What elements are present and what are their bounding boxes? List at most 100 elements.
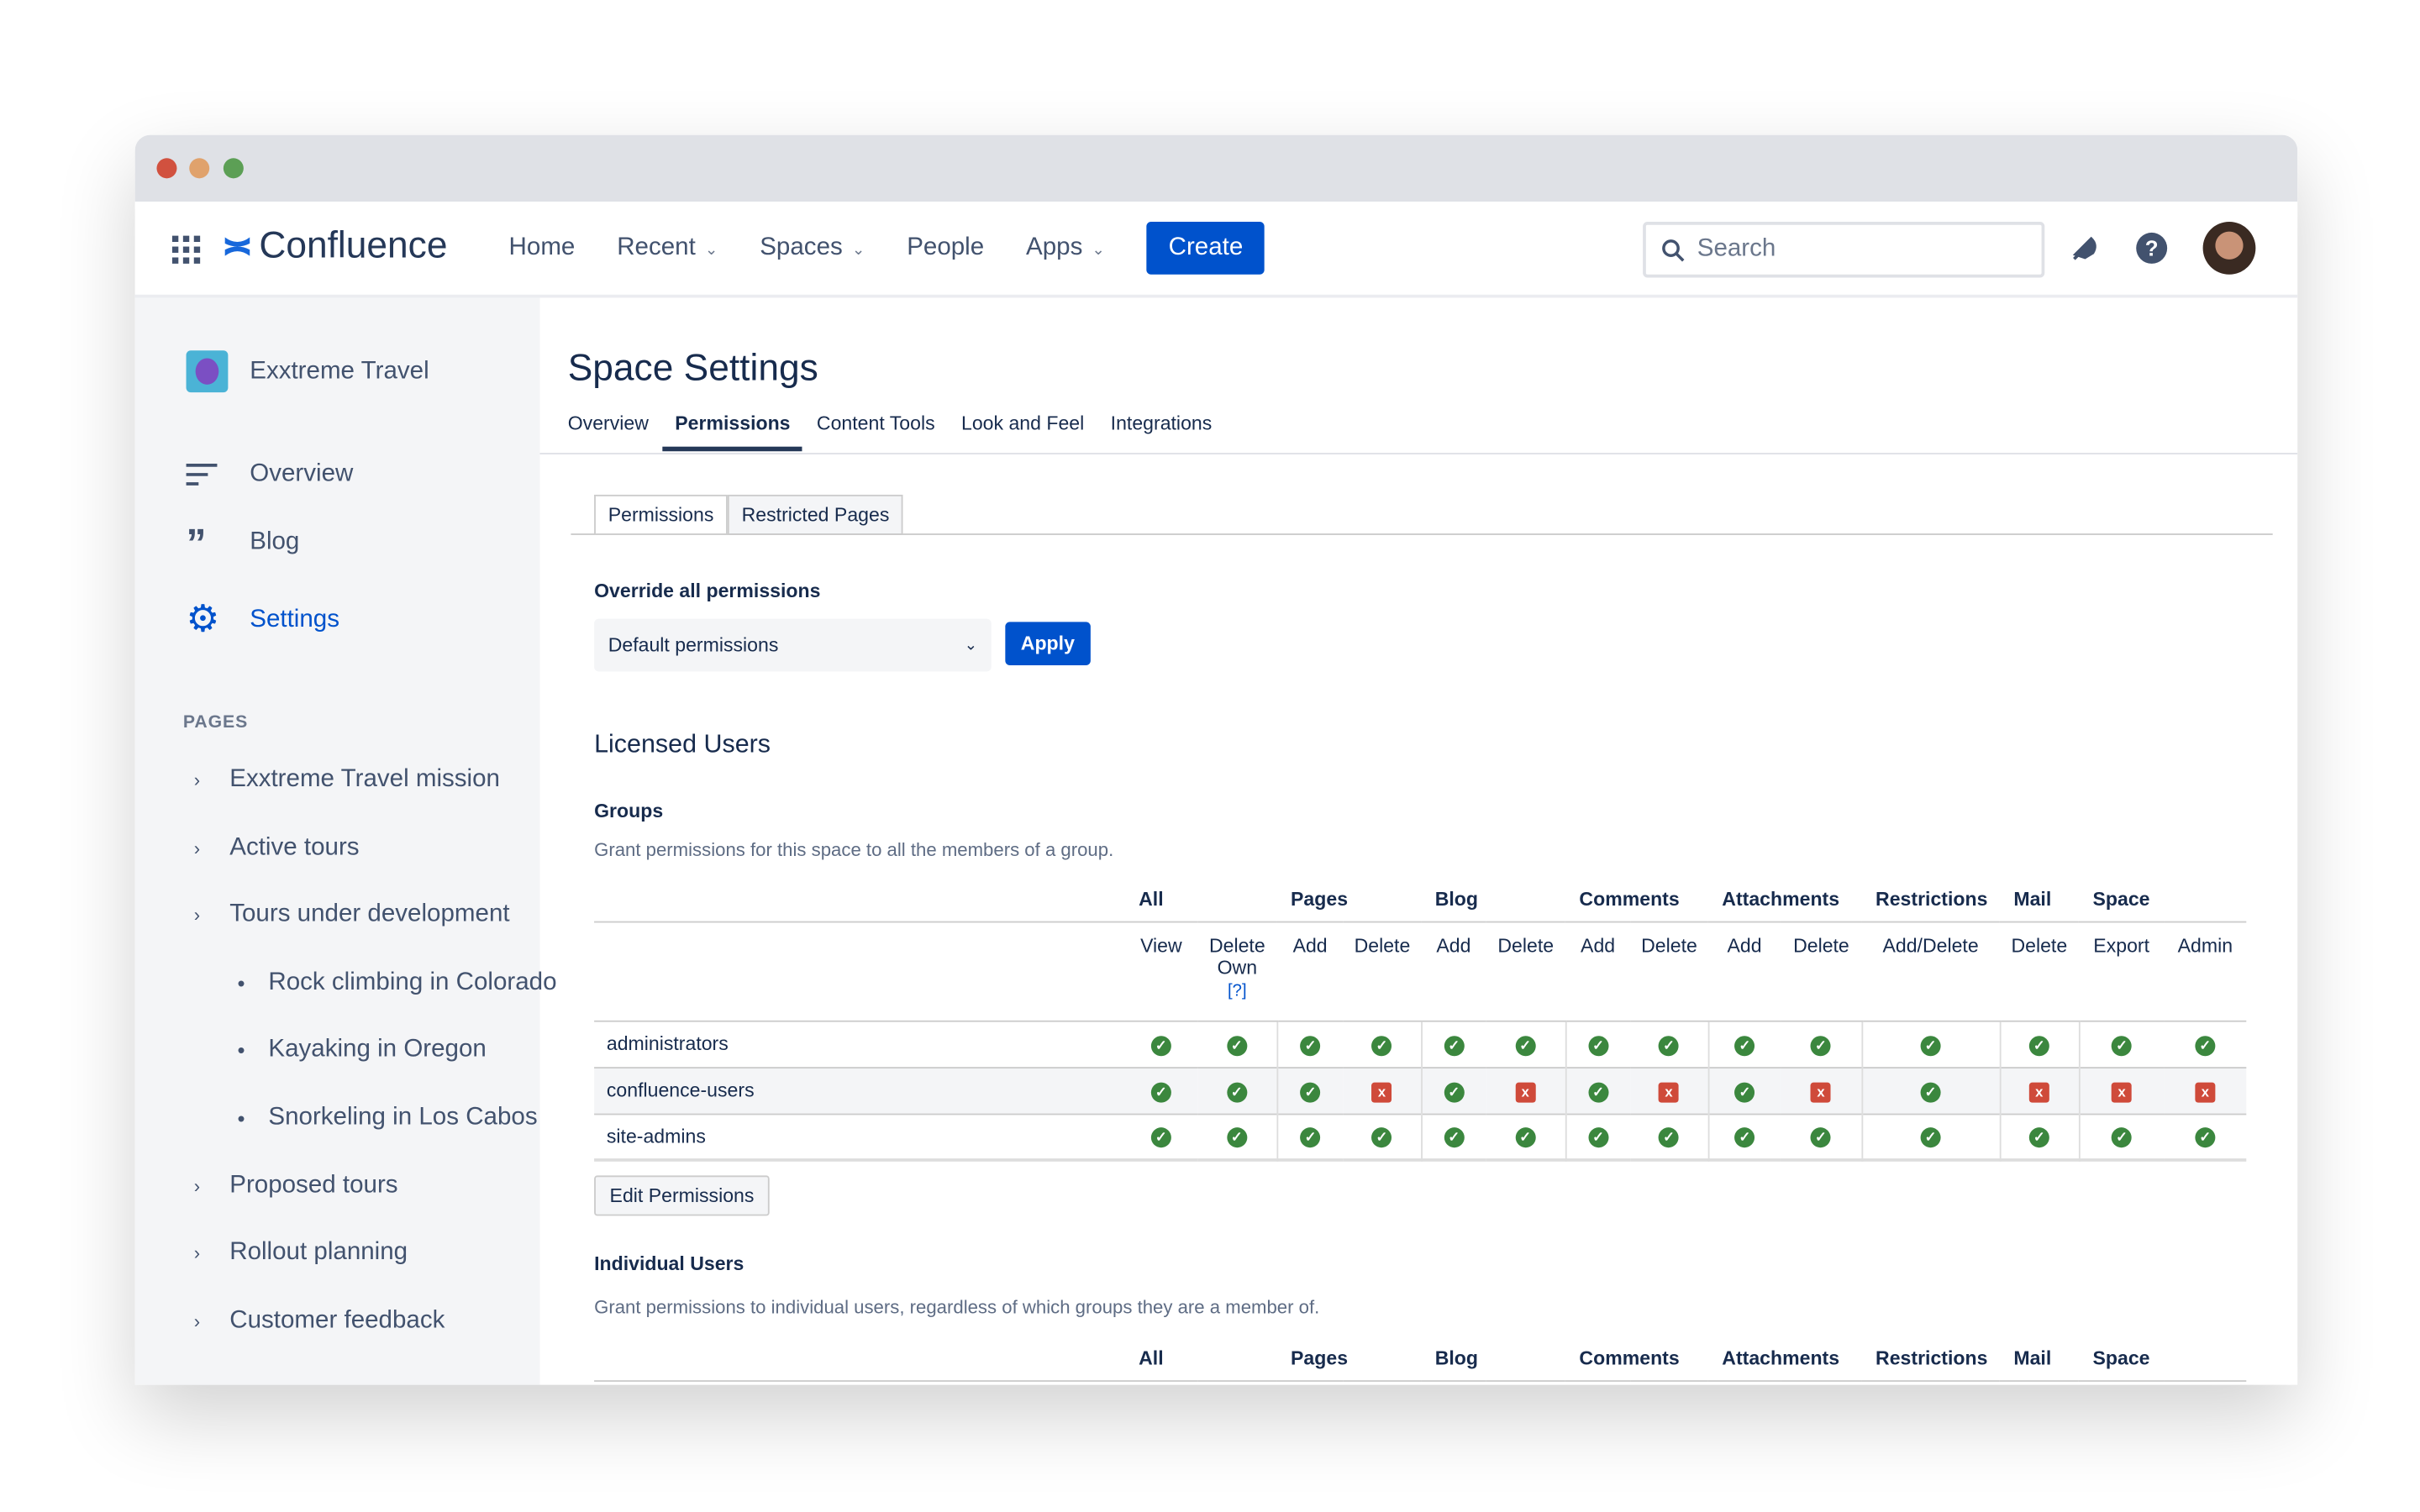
subtab-permissions[interactable]: Permissions <box>594 494 729 535</box>
page-tree-item[interactable]: › Tours under development <box>194 901 510 929</box>
permission-cell: ✓ <box>2077 1112 2165 1160</box>
check-icon: ✓ <box>1226 1127 1247 1148</box>
page-tree-item[interactable]: › Customer feedback <box>194 1307 445 1335</box>
group-header: Mail <box>2013 888 2052 911</box>
sidebar: Exxtreme Travel Overview ” Blog ⚙ Settings P… <box>134 297 557 1385</box>
subtab-restricted-pages[interactable]: Restricted Pages <box>728 494 903 535</box>
groups-heading: Groups <box>594 800 664 822</box>
page-tree-item[interactable]: › Rollout planning <box>194 1239 408 1267</box>
permission-cell: ✓ <box>1276 1112 1344 1160</box>
nav-apps[interactable]: Apps ⌄ <box>1026 234 1105 262</box>
title-bar <box>134 134 2298 202</box>
cross-icon: x <box>2195 1081 2216 1102</box>
permission-cell: ✓ <box>1124 1019 1198 1068</box>
apply-button[interactable]: Apply <box>1005 622 1091 666</box>
tab-permissions[interactable]: Permissions <box>662 412 803 452</box>
chevron-right-icon[interactable]: › <box>194 905 229 927</box>
permission-cell: x <box>2164 1066 2247 1114</box>
group-header: Mail <box>2013 1347 2052 1369</box>
check-icon: ✓ <box>1515 1035 1536 1056</box>
permission-column-header: Delete Own [?] <box>1197 920 1277 1021</box>
page-tree-item[interactable]: • Snorkeling in Los Cabos <box>237 1104 537 1131</box>
check-icon: ✓ <box>1659 1127 1680 1148</box>
permission-cell: ✓ <box>2077 1019 2165 1068</box>
permission-cell: ✓ <box>1860 1112 2000 1160</box>
maximize-window-button[interactable] <box>223 158 244 179</box>
pages-heading: PAGES <box>182 713 249 732</box>
sidebar-item-settings[interactable]: ⚙ Settings <box>187 597 339 643</box>
permission-cell: ✓ <box>1486 1112 1565 1160</box>
app-switcher-icon[interactable] <box>171 235 201 264</box>
check-icon: ✓ <box>2195 1035 2216 1056</box>
permission-cell: ✓ <box>1707 1112 1781 1160</box>
confluence-logo[interactable]: Confluence <box>224 225 447 269</box>
page-tree-item[interactable]: › Active tours <box>194 834 360 862</box>
permission-cell: ✓ <box>1564 1019 1631 1068</box>
page-tree-item[interactable]: • Kayaking in Oregon <box>237 1037 486 1064</box>
chevron-down-icon: ⌄ <box>704 242 718 260</box>
permission-cell: ✓ <box>1630 1019 1708 1068</box>
check-icon: ✓ <box>1810 1035 1831 1056</box>
group-header: All <box>1139 888 1164 911</box>
chevron-right-icon[interactable]: › <box>194 769 229 791</box>
tab-content-tools[interactable]: Content Tools <box>817 412 935 451</box>
space-header[interactable]: Exxtreme Travel <box>186 350 429 393</box>
check-icon: ✓ <box>1300 1035 1321 1056</box>
search-input[interactable]: Search <box>1643 222 2045 278</box>
group-header: Comments <box>1579 1347 1680 1369</box>
permission-cell: ✓ <box>1998 1019 2079 1068</box>
override-label: Override all permissions <box>594 580 821 602</box>
confluence-logo-icon <box>224 237 250 256</box>
tab-look-and-feel[interactable]: Look and Feel <box>961 412 1084 451</box>
check-icon: ✓ <box>1734 1127 1755 1148</box>
permission-cell: ✓ <box>1124 1066 1198 1114</box>
page-tree-item[interactable]: › Exxtreme Travel mission <box>194 766 500 794</box>
nav-spaces[interactable]: Spaces ⌄ <box>760 234 865 262</box>
page-tree-item[interactable]: • Rock climbing in Colorado <box>237 969 556 997</box>
group-header: Blog <box>1434 888 1479 911</box>
minimize-window-button[interactable] <box>189 158 210 179</box>
top-nav: Confluence Home Recent ⌄ Spaces ⌄ People Apps ⌄… <box>134 202 2298 298</box>
check-icon: ✓ <box>1444 1035 1465 1056</box>
nav-people[interactable]: People <box>907 234 984 262</box>
space-avatar-icon <box>186 350 229 393</box>
permission-cell: ✓ <box>1276 1019 1344 1068</box>
chevron-right-icon[interactable]: › <box>194 1175 229 1197</box>
tab-integrations[interactable]: Integrations <box>1111 412 1213 451</box>
nav-home[interactable]: Home <box>509 234 576 262</box>
sidebar-item-overview[interactable]: Overview <box>186 460 353 488</box>
permission-cell: ✓ <box>1197 1019 1277 1068</box>
permission-column-header: Add <box>1421 920 1486 1021</box>
chevron-right-icon[interactable]: › <box>194 837 229 858</box>
permission-column-header: Add <box>1565 920 1631 1021</box>
page-tree-item[interactable]: › Proposed tours <box>194 1172 398 1200</box>
close-window-button[interactable] <box>156 158 177 179</box>
group-header: Space <box>2092 888 2150 911</box>
group-header: Comments <box>1579 888 1680 911</box>
nav-recent[interactable]: Recent ⌄ <box>617 234 718 262</box>
check-icon: ✓ <box>1920 1081 1941 1102</box>
tab-overview[interactable]: Overview <box>568 412 649 451</box>
permission-column-header: Add <box>1276 920 1344 1021</box>
check-icon: ✓ <box>1371 1035 1392 1056</box>
individual-permissions-table: All Pages Blog Comments Attachments Restricti… <box>594 1336 2247 1382</box>
cross-icon: x <box>1371 1081 1392 1102</box>
chevron-right-icon[interactable]: › <box>194 1310 229 1332</box>
permission-cell: ✓ <box>1276 1066 1344 1114</box>
chevron-right-icon[interactable]: › <box>194 1242 229 1264</box>
bullet-icon: • <box>237 1037 245 1063</box>
create-button[interactable]: Create <box>1146 222 1265 275</box>
edit-permissions-button[interactable]: Edit Permissions <box>594 1175 770 1216</box>
cross-icon: x <box>1810 1081 1831 1102</box>
notifications-icon[interactable] <box>2070 233 2101 264</box>
user-avatar[interactable] <box>2202 222 2256 275</box>
help-icon[interactable]: ? <box>2134 231 2169 265</box>
check-icon: ✓ <box>2195 1127 2216 1148</box>
permission-column-header: Delete <box>1999 920 2079 1021</box>
help-link[interactable]: [?] <box>1228 981 1247 1000</box>
override-permissions-select[interactable]: Default permissions ⌄ <box>594 618 992 672</box>
sidebar-item-blog[interactable]: ” Blog <box>187 522 300 563</box>
chevron-down-icon: ⌄ <box>1092 242 1105 260</box>
check-icon: ✓ <box>1150 1127 1171 1148</box>
permission-column-header: Delete <box>1486 920 1565 1021</box>
